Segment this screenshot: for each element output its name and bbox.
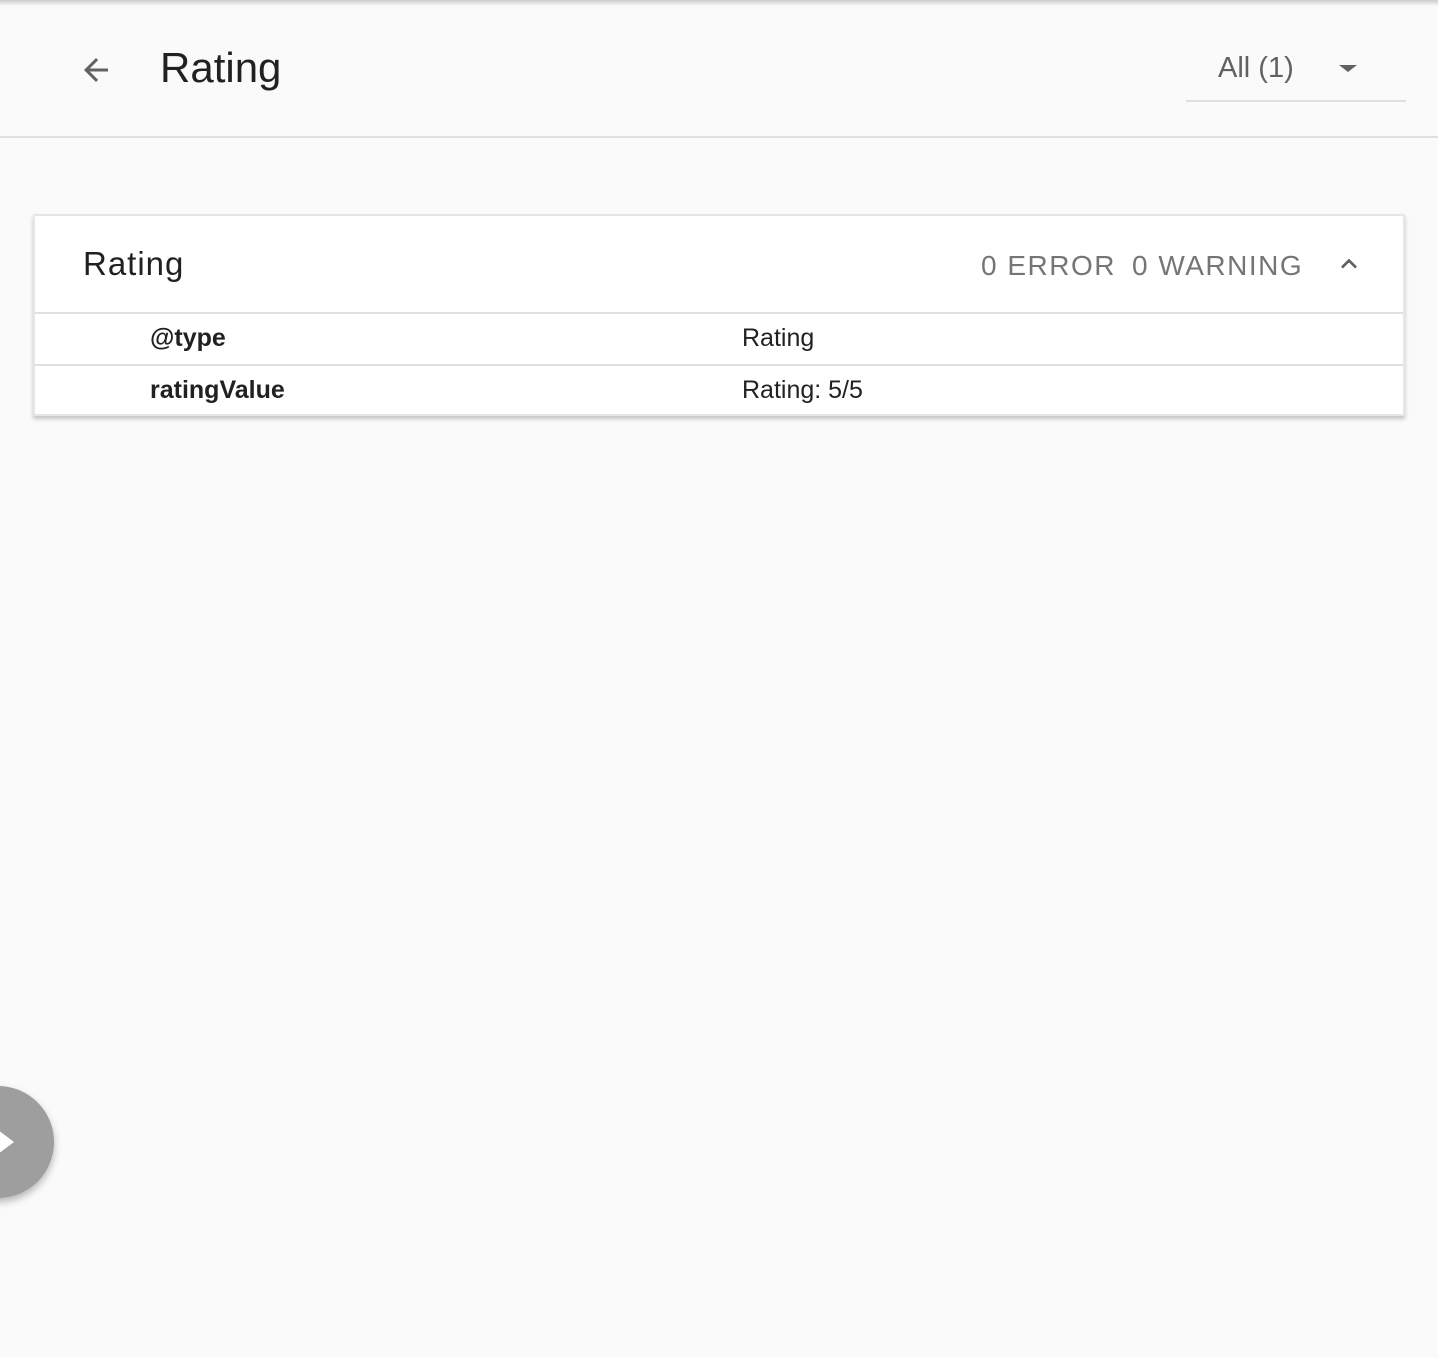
card-title: Rating [83,245,185,282]
card-header[interactable]: Rating 0 ERROR 0 WARNING [35,216,1403,314]
floating-action-button[interactable] [0,1086,54,1198]
play-arrow-icon [0,1131,14,1153]
warning-count: 0 WARNING [1132,250,1304,281]
chevron-up-icon [1341,258,1357,269]
property-key: ratingValue [150,376,285,404]
dropdown-caret-icon [1339,65,1357,72]
property-row: ratingValue Rating: 5/5 [35,364,1403,414]
property-value: Rating: 5/5 [742,376,863,404]
arrow-back-icon [84,58,108,82]
filter-dropdown[interactable]: All (1) [1186,40,1406,102]
error-count: 0 ERROR [981,250,1116,281]
rating-card: Rating 0 ERROR 0 WARNING @type Rating ra… [33,214,1405,416]
filter-selected-value: All (1) [1218,52,1294,84]
page-title: Rating [160,44,282,91]
property-value: Rating [742,324,815,352]
property-key: @type [150,324,226,352]
collapse-button[interactable] [1325,242,1373,286]
property-row: @type Rating [35,314,1403,364]
back-button[interactable] [68,46,124,94]
page-header: Rating All (1) [0,0,1438,138]
